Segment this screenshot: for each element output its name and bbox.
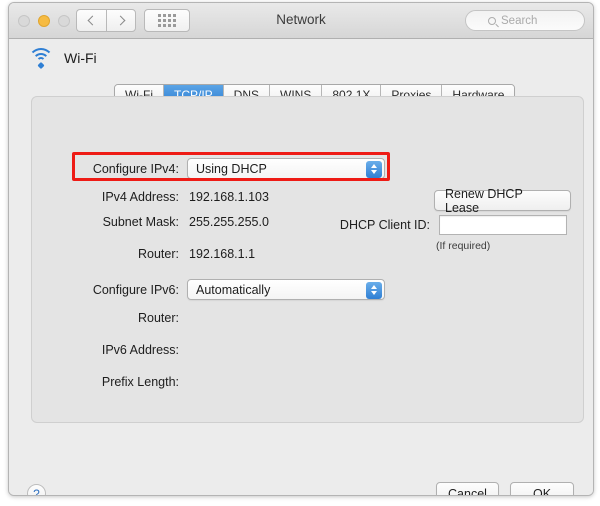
ipv4-address-row: IPv4 Address: 192.168.1.103 (32, 190, 269, 204)
configure-ipv4-value: Using DHCP (196, 162, 267, 176)
configure-ipv6-value: Automatically (196, 283, 270, 297)
service-name: Wi-Fi (64, 50, 97, 66)
configure-ipv4-label: Configure IPv4: (32, 162, 179, 176)
renew-dhcp-lease-button[interactable]: Renew DHCP Lease (434, 190, 571, 211)
ipv4-router-row: Router: 192.168.1.1 (32, 247, 255, 261)
ok-button-label: OK (533, 487, 551, 497)
service-header: Wi-Fi (27, 47, 97, 68)
configure-ipv6-row: Configure IPv6: Automatically (32, 279, 387, 300)
prefix-length-row: Prefix Length: (32, 375, 189, 389)
ok-button[interactable]: OK (510, 482, 574, 496)
renew-dhcp-lease-label: Renew DHCP Lease (445, 187, 560, 215)
ipv4-router-value: 192.168.1.1 (189, 247, 255, 261)
chevron-updown-icon-ipv6 (366, 282, 382, 299)
chevron-updown-icon (366, 161, 382, 178)
ipv6-address-row: IPv6 Address: (32, 343, 189, 357)
window-body: Wi-Fi Wi-Fi TCP/IP DNS WINS 802.1X Proxi… (9, 39, 593, 496)
cancel-button-label: Cancel (448, 487, 487, 497)
help-button[interactable]: ? (27, 484, 46, 496)
prefix-length-label: Prefix Length: (32, 375, 179, 389)
configure-ipv6-label: Configure IPv6: (32, 283, 179, 297)
configure-ipv4-popup[interactable]: Using DHCP (187, 158, 385, 179)
configure-ipv6-popup[interactable]: Automatically (187, 279, 385, 300)
dhcp-client-id-row: DHCP Client ID: (317, 215, 567, 235)
subnet-mask-row: Subnet Mask: 255.255.255.0 (32, 215, 269, 229)
ipv4-address-value: 192.168.1.103 (189, 190, 269, 204)
ipv4-address-label: IPv4 Address: (32, 190, 179, 204)
dhcp-client-id-input[interactable] (439, 215, 567, 235)
subnet-mask-label: Subnet Mask: (32, 215, 179, 229)
network-preferences-window: Network Search Wi-Fi Wi-Fi TCP/IP DNS WI… (8, 2, 594, 496)
ipv6-address-label: IPv6 Address: (32, 343, 179, 357)
search-placeholder: Search (501, 15, 537, 27)
configure-ipv4-row: Configure IPv4: Using DHCP (32, 158, 387, 179)
window-titlebar: Network Search (9, 3, 593, 39)
tcpip-settings-panel: Configure IPv4: Using DHCP IPv4 Address:… (31, 96, 584, 423)
wifi-icon (27, 47, 55, 68)
ipv4-router-label: Router: (32, 247, 179, 261)
dhcp-client-id-hint: (If required) (436, 240, 490, 252)
dhcp-client-id-label: DHCP Client ID: (317, 218, 430, 232)
ipv6-router-label: Router: (32, 311, 179, 325)
cancel-button[interactable]: Cancel (436, 482, 499, 496)
search-icon (488, 17, 496, 25)
subnet-mask-value: 255.255.255.0 (189, 215, 269, 229)
search-field[interactable]: Search (465, 10, 585, 31)
ipv6-router-row: Router: (32, 311, 189, 325)
help-question-icon: ? (33, 487, 40, 497)
